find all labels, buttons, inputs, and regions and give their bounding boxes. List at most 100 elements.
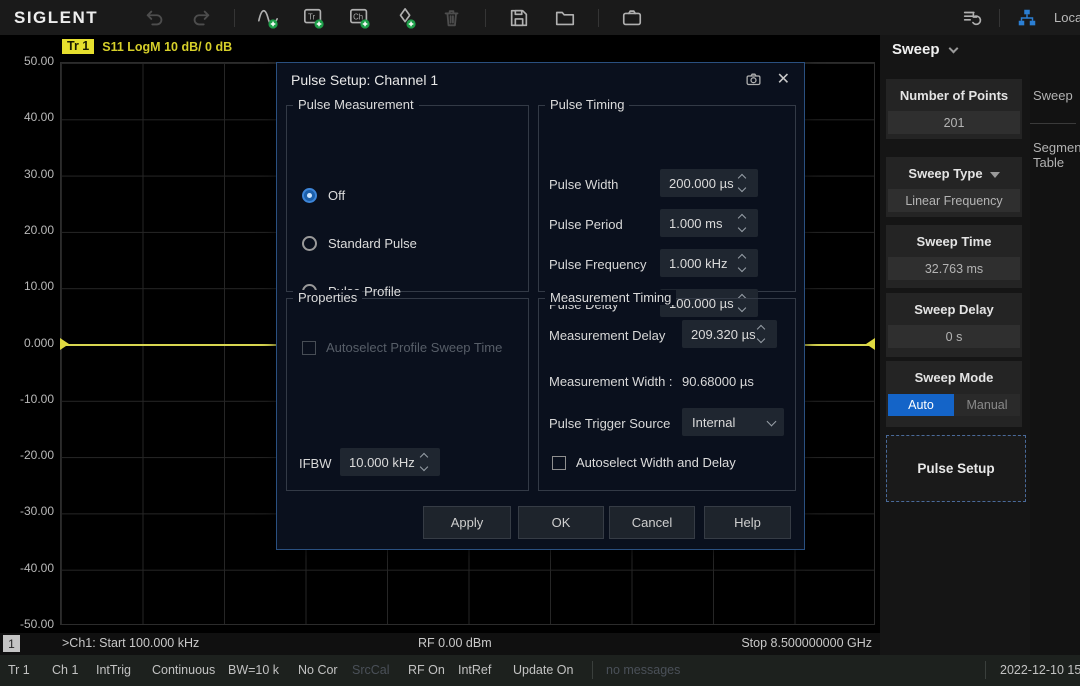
sidebar-title: Sweep — [892, 41, 940, 58]
sweep-delay-button[interactable]: Sweep Delay 0 s — [886, 293, 1022, 357]
ifbw-input[interactable]: 10.000 kHz — [340, 448, 440, 476]
number-of-points-value: 201 — [888, 111, 1020, 134]
siglent-logo: SIGLENT — [14, 8, 98, 28]
graph-footer: 1 >Ch1: Start 100.000 kHz RF 0.00 dBm St… — [0, 633, 880, 655]
cancel-button[interactable]: Cancel — [609, 506, 695, 539]
sweep-mode-manual-button[interactable]: Manual — [954, 394, 1020, 416]
divider — [592, 661, 593, 679]
pulse-frequency-input[interactable]: 1.000 kHz — [660, 249, 758, 277]
chevron-down-icon — [948, 43, 958, 53]
status-messages: no messages — [606, 663, 680, 677]
status-continuous: Continuous — [152, 663, 215, 677]
spinner-buttons[interactable] — [739, 249, 753, 277]
start-frequency-label: >Ch1: Start 100.000 kHz — [62, 636, 199, 650]
pulse-setup-button[interactable]: Pulse Setup — [886, 435, 1026, 502]
pulse-measurement-group: Pulse Measurement Off Standard Pulse Pul… — [286, 105, 529, 292]
screenshot-icon[interactable] — [619, 5, 645, 31]
status-update: Update On — [513, 663, 573, 677]
pulse-setup-dialog: Pulse Setup: Channel 1 ✕ Pulse Measureme… — [276, 62, 805, 550]
dialog-title: Pulse Setup: Channel 1 — [291, 72, 438, 88]
sweep-mode-auto-button[interactable]: Auto — [888, 394, 954, 416]
sweep-time-button[interactable]: Sweep Time 32.763 ms — [886, 225, 1022, 288]
status-datetime: 2022-12-10 15:3 — [1000, 663, 1080, 677]
chevron-down-icon — [767, 417, 777, 427]
spinner-buttons[interactable] — [739, 169, 753, 197]
add-marker-icon[interactable] — [393, 5, 419, 31]
pulse-period-input[interactable]: 1.000 ms — [660, 209, 758, 237]
spinner-buttons[interactable] — [758, 320, 772, 348]
svg-text:Tr: Tr — [308, 12, 315, 21]
apply-button[interactable]: Apply — [423, 506, 511, 539]
add-channel-icon[interactable]: Ch — [347, 5, 373, 31]
pulse-frequency-label: Pulse Frequency — [549, 257, 647, 272]
ref-level-marker-right[interactable] — [866, 338, 875, 350]
y-tick: -50.00 — [0, 617, 54, 631]
pulse-width-label: Pulse Width — [549, 177, 618, 192]
spinner-buttons[interactable] — [739, 209, 753, 237]
status-bar: Tr 1 Ch 1 IntTrig Continuous BW=10 k No … — [0, 655, 1080, 686]
autoselect-width-delay-checkbox[interactable]: Autoselect Width and Delay — [552, 455, 736, 470]
local-label[interactable]: Local — [1054, 10, 1080, 25]
trace-legend[interactable]: Tr 1 S11 LogM 10 dB/ 0 dB — [62, 39, 232, 54]
dialog-close-icon[interactable]: ✕ — [777, 69, 790, 89]
y-tick: 10.00 — [0, 279, 54, 293]
save-icon[interactable] — [506, 5, 532, 31]
status-bandwidth: BW=10 k — [228, 663, 279, 677]
checkbox-icon[interactable] — [552, 456, 566, 470]
channel-badge[interactable]: 1 — [3, 635, 20, 652]
divider — [1030, 123, 1076, 124]
triangle-down-icon — [990, 172, 1000, 178]
pulse-period-label: Pulse Period — [549, 217, 623, 232]
pulse-width-input[interactable]: 200.000 µs — [660, 169, 758, 197]
lan-icon[interactable] — [1014, 5, 1040, 31]
y-tick: -20.00 — [0, 448, 54, 462]
measurement-timing-group: Measurement Timing Measurement Delay 209… — [538, 298, 796, 491]
pulse-trigger-source-dropdown[interactable]: Internal — [682, 408, 784, 436]
y-tick: 0.000 — [0, 336, 54, 350]
pulse-timing-group: Pulse Timing Pulse Width 200.000 µs Puls… — [538, 105, 796, 292]
radio-button-icon[interactable] — [302, 188, 317, 203]
status-channel: Ch 1 — [52, 663, 78, 677]
spinner-buttons[interactable] — [421, 448, 435, 476]
divider — [985, 661, 986, 679]
trace-params: S11 LogM 10 dB/ 0 dB — [102, 40, 232, 54]
ref-level-marker-left[interactable] — [60, 338, 69, 350]
measurement-delay-input[interactable]: 209.320 µs — [682, 320, 777, 348]
ifbw-label: IFBW — [299, 456, 332, 471]
stop-frequency-label: Stop 8.500000000 GHz — [741, 636, 872, 650]
system-info-icon[interactable] — [959, 5, 985, 31]
pulse-trigger-source-label: Pulse Trigger Source — [549, 416, 670, 431]
divider — [598, 9, 599, 27]
status-rf: RF On — [408, 663, 445, 677]
add-trace-icon[interactable] — [255, 5, 281, 31]
radio-off[interactable]: Off — [302, 188, 345, 203]
autoselect-profile-checkbox: Autoselect Profile Sweep Time — [302, 340, 502, 355]
measurement-width-value: 90.68000 µs — [682, 374, 754, 389]
tab-segment-table[interactable]: Segment Table — [1033, 140, 1080, 170]
rf-power-label: RF 0.00 dBm — [418, 636, 492, 650]
measurement-width-label: Measurement Width : — [549, 374, 673, 389]
sidebar-header[interactable]: Sweep — [892, 41, 957, 58]
dialog-screenshot-icon[interactable] — [745, 71, 762, 93]
tab-sweep[interactable]: Sweep — [1033, 88, 1073, 103]
sweep-delay-value: 0 s — [888, 325, 1020, 348]
delete-icon — [439, 5, 465, 31]
divider — [999, 9, 1000, 27]
sweep-time-value: 32.763 ms — [888, 257, 1020, 280]
measurement-delay-label: Measurement Delay — [549, 328, 665, 343]
radio-standard-pulse[interactable]: Standard Pulse — [302, 236, 417, 251]
sweep-type-value: Linear Frequency — [888, 189, 1020, 212]
y-tick: -30.00 — [0, 504, 54, 518]
trace-badge[interactable]: Tr 1 — [62, 39, 94, 54]
open-icon[interactable] — [552, 5, 578, 31]
divider — [234, 9, 235, 27]
ok-button[interactable]: OK — [518, 506, 604, 539]
sweep-type-button[interactable]: Sweep Type Linear Frequency — [886, 157, 1022, 217]
y-tick: 50.00 — [0, 54, 54, 68]
help-button[interactable]: Help — [704, 506, 791, 539]
add-trace-window-icon[interactable]: Tr — [301, 5, 327, 31]
number-of-points-button[interactable]: Number of Points 201 — [886, 79, 1022, 139]
status-trigger: IntTrig — [96, 663, 131, 677]
radio-button-icon[interactable] — [302, 236, 317, 251]
y-tick: 30.00 — [0, 167, 54, 181]
